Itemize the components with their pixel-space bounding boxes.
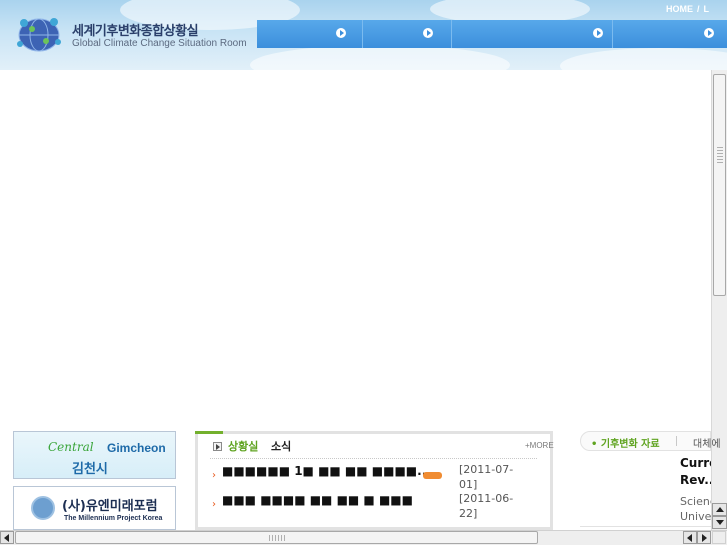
main-nav — [257, 20, 727, 48]
nav-item-3[interactable] — [452, 20, 613, 48]
news-title-highlight: 상황실 — [228, 440, 259, 453]
news-header: 상황실 소식 +MORE — [207, 438, 554, 458]
banner-brand-name: Gimcheon — [107, 441, 166, 455]
news-box-accent — [195, 431, 223, 434]
news-title: 소식 — [271, 440, 292, 453]
news-item[interactable]: › ■■■■■■ 1■ ■■ ■■ ■■■■... [2011-07-01] — [212, 462, 542, 491]
login-link[interactable]: L — [704, 4, 710, 14]
link-separator: / — [697, 4, 700, 14]
cloud-decoration — [250, 45, 510, 70]
cloud-decoration — [560, 48, 727, 70]
nav-item-2[interactable] — [363, 20, 452, 48]
resource-source: Scienc Univer — [680, 494, 711, 524]
news-item-title[interactable]: ■■■ ■■■■ ■■ ■■ ■ ■■■ — [222, 493, 413, 507]
news-item[interactable]: › ■■■ ■■■■ ■■ ■■ ■ ■■■ [2011-06-22] — [212, 491, 542, 520]
site-subtitle: Global Climate Change Situation Room — [72, 38, 247, 49]
banner-org-subtitle: The Millennium Project Korea — [64, 515, 163, 522]
news-divider — [210, 458, 537, 459]
un-emblem-icon — [31, 496, 55, 520]
vertical-scroll-thumb[interactable] — [713, 74, 726, 296]
play-icon — [213, 442, 222, 451]
resource-title[interactable]: Curre Rev... — [680, 455, 711, 489]
news-box: 상황실 소식 +MORE › ■■■■■■ 1■ ■■ ■■ ■■■■... [… — [195, 431, 554, 530]
arrow-circle-icon — [593, 28, 603, 38]
grip-icon — [269, 535, 285, 541]
scroll-left-button-right[interactable] — [683, 531, 697, 544]
gimcheon-banner[interactable]: Central Gimcheon 김천시 — [13, 431, 176, 479]
arrow-down-icon — [716, 520, 724, 525]
scroll-down-button[interactable] — [712, 516, 727, 529]
banner-city-name: 김천시 — [72, 462, 108, 477]
tab-separator — [676, 436, 677, 446]
arrow-left-icon — [4, 534, 9, 542]
scrollbar-corner — [712, 531, 726, 544]
nav-item-1[interactable] — [257, 20, 363, 48]
banner-org-name: (사)유엔미래포럼 — [62, 499, 158, 514]
nav-item-4[interactable] — [613, 20, 727, 48]
resources-tabs: • 기후변화 자료 대체에 — [580, 431, 721, 451]
resource-title-line: Curre — [680, 456, 711, 470]
top-links: HOME / L — [666, 4, 709, 14]
new-badge-icon — [423, 472, 442, 479]
more-link[interactable]: +MORE — [525, 441, 554, 450]
news-item-date: [2011-07-01] — [459, 463, 514, 491]
home-link[interactable]: HOME — [666, 4, 693, 14]
scroll-up-button[interactable] — [712, 503, 727, 516]
banner-brand: Central — [48, 440, 94, 454]
arrow-circle-icon — [336, 28, 346, 38]
arrow-up-icon — [716, 507, 724, 512]
arrow-circle-icon — [423, 28, 433, 38]
arrow-left-icon — [687, 534, 692, 542]
horizontal-scroll-thumb[interactable] — [15, 531, 538, 544]
millennium-forum-banner[interactable]: (사)유엔미래포럼 The Millennium Project Korea — [13, 486, 176, 530]
arrow-right-icon — [702, 534, 707, 542]
tab-climate-resources[interactable]: • 기후변화 자료 — [591, 435, 660, 450]
scroll-left-button[interactable] — [0, 531, 14, 544]
grip-icon — [717, 147, 723, 163]
site-header: 세계기후변화종합상황실 Global Climate Change Situat… — [0, 0, 727, 70]
tab-other[interactable]: 대체에 — [693, 435, 721, 450]
arrow-circle-icon — [704, 28, 714, 38]
scroll-right-button[interactable] — [697, 531, 711, 544]
globe-logo-icon[interactable] — [14, 14, 64, 54]
resource-divider — [580, 526, 711, 527]
bullet-icon: › — [212, 499, 216, 510]
news-item-date: [2011-06-22] — [459, 492, 514, 520]
resource-source-line: Univer — [680, 510, 711, 523]
news-item-title[interactable]: ■■■■■■ 1■ ■■ ■■ ■■■■... — [222, 464, 431, 478]
resource-source-line: Scienc — [680, 495, 711, 508]
resource-title-line: Rev... — [680, 473, 711, 487]
bullet-icon: › — [212, 470, 216, 481]
news-box-border — [195, 431, 553, 434]
site-title[interactable]: 세계기후변화종합상황실 — [72, 20, 199, 39]
